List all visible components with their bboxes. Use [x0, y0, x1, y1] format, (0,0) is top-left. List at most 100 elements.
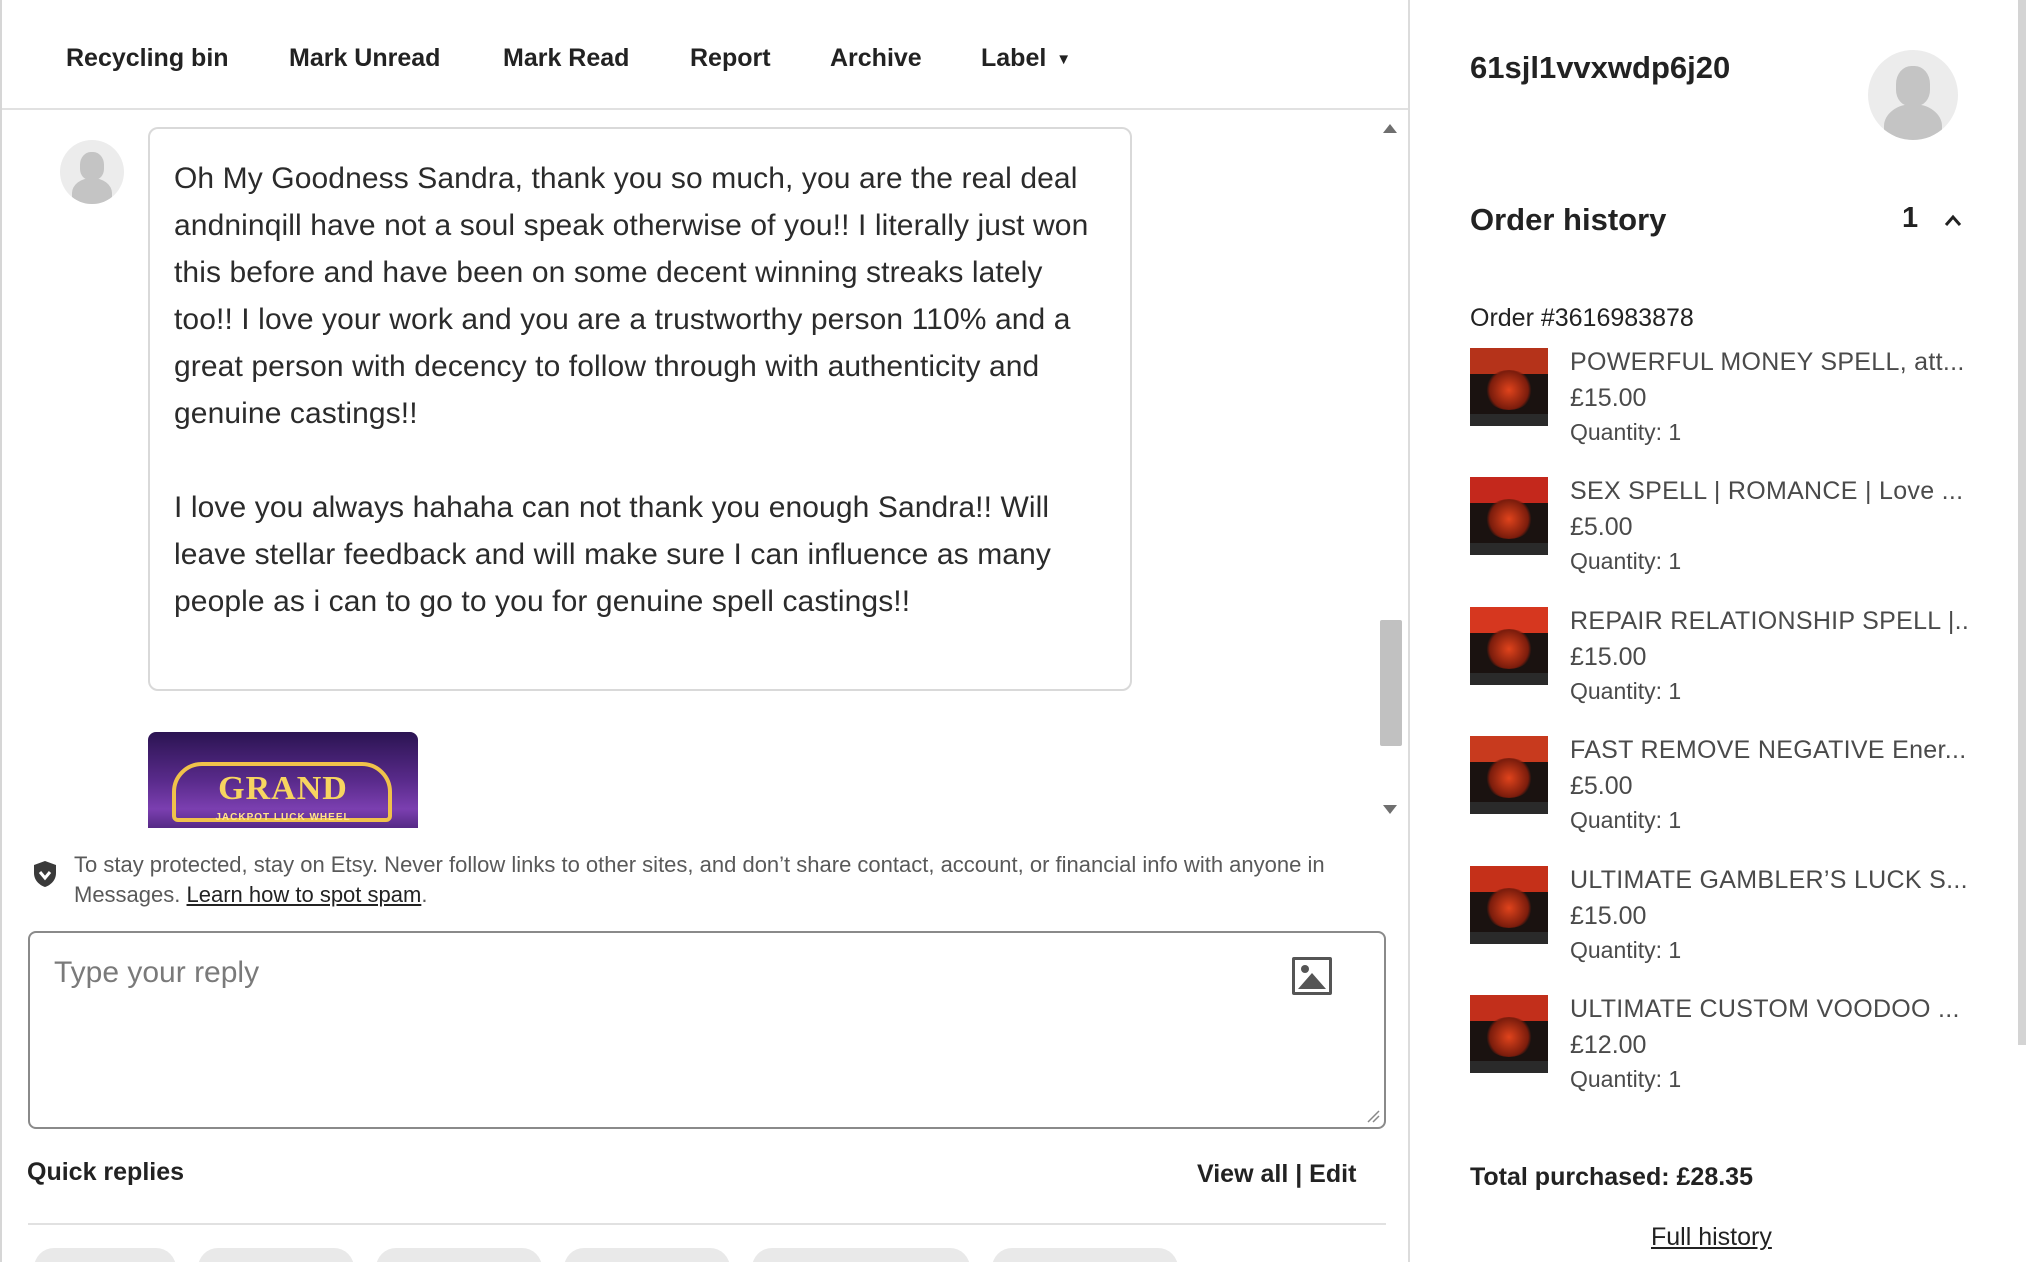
- conversation-pane: Recycling bin Mark Unread Mark Read Repo…: [0, 0, 1408, 1262]
- full-history-link[interactable]: Full history: [1651, 1223, 1772, 1252]
- thumbnail-strip: [1470, 543, 1548, 555]
- page-scrollbar[interactable]: [2018, 0, 2026, 1045]
- thumbnail-strip: [1470, 802, 1548, 814]
- quick-reply-chip[interactable]: [992, 1248, 1178, 1262]
- attachment-image[interactable]: GRAND JACKPOT LUCK WHEEL: [148, 732, 418, 828]
- link-separator: |: [1295, 1160, 1303, 1188]
- listing-thumbnail: [1470, 348, 1548, 426]
- order-item-quantity: Quantity: 1: [1570, 678, 1682, 704]
- order-item-quantity: Quantity: 1: [1570, 419, 1682, 445]
- order-item[interactable]: ULTIMATE GAMBLER’S LUCK S... £15.00 Quan…: [1470, 866, 1970, 976]
- listing-thumbnail: [1470, 607, 1548, 685]
- avatar-head-icon: [1896, 66, 1930, 106]
- reply-box[interactable]: [28, 931, 1386, 1129]
- order-item-title: ULTIMATE GAMBLER’S LUCK S...: [1570, 866, 1968, 894]
- shield-icon: [34, 861, 56, 887]
- order-item-title: POWERFUL MONEY SPELL, att...: [1570, 348, 1965, 376]
- scrollbar-thumb[interactable]: [1380, 620, 1402, 746]
- safety-notice-text: To stay protected, stay on Etsy. Never f…: [74, 852, 1325, 907]
- mark-read-button[interactable]: Mark Read: [503, 44, 629, 73]
- thumbnail-glow: [1484, 758, 1534, 798]
- thumbnail-strip: [1470, 414, 1548, 426]
- order-item-price: £5.00: [1570, 772, 1633, 800]
- order-item[interactable]: POWERFUL MONEY SPELL, att... £15.00 Quan…: [1470, 348, 1970, 458]
- quick-reply-chip[interactable]: [376, 1248, 542, 1262]
- order-item-quantity: Quantity: 1: [1570, 937, 1682, 963]
- learn-spam-link[interactable]: Learn how to spot spam: [187, 882, 422, 907]
- order-item-price: £15.00: [1570, 902, 1647, 930]
- order-item-price: £15.00: [1570, 643, 1647, 671]
- order-item-quantity: Quantity: 1: [1570, 1066, 1682, 1092]
- view-all-link[interactable]: View all: [1197, 1160, 1288, 1188]
- quick-reply-chip[interactable]: [564, 1248, 730, 1262]
- order-item-price: £12.00: [1570, 1031, 1647, 1059]
- resize-handle-icon[interactable]: [1366, 1109, 1380, 1123]
- quick-reply-chip[interactable]: [198, 1248, 354, 1262]
- thumbnail-glow: [1484, 370, 1534, 410]
- buyer-username[interactable]: 61sjl1vvxwdp6j20: [1470, 50, 1730, 86]
- mark-unread-button[interactable]: Mark Unread: [289, 44, 440, 73]
- attachment-subtitle: JACKPOT LUCK WHEEL: [215, 812, 351, 823]
- scroll-up-arrow-icon[interactable]: [1383, 124, 1397, 133]
- message-thread[interactable]: Oh My Goodness Sandra, thank you so much…: [2, 110, 1408, 828]
- divider: [28, 1223, 1386, 1225]
- thumbnail-glow: [1484, 499, 1534, 539]
- avatar-body-icon: [72, 178, 112, 204]
- buyer-avatar[interactable]: [1868, 50, 1958, 140]
- order-item[interactable]: SEX SPELL | ROMANCE | Love ... £5.00 Qua…: [1470, 477, 1970, 587]
- thumbnail-glow: [1484, 1017, 1534, 1057]
- image-upload-icon[interactable]: [1292, 957, 1332, 995]
- thread-scrollbar[interactable]: [1376, 110, 1406, 828]
- listing-thumbnail: [1470, 995, 1548, 1073]
- image-mountain-shape: [1298, 973, 1326, 989]
- thumbnail-strip: [1470, 932, 1548, 944]
- order-item-price: £5.00: [1570, 513, 1633, 541]
- order-item-title: SEX SPELL | ROMANCE | Love ...: [1570, 477, 1964, 505]
- avatar-head-icon: [80, 152, 104, 180]
- order-item-quantity: Quantity: 1: [1570, 807, 1682, 833]
- order-history-toggle[interactable]: Order history 1: [1470, 198, 1970, 242]
- order-count: 1: [1902, 202, 1919, 234]
- recycling-bin-button[interactable]: Recycling bin: [66, 44, 229, 73]
- order-item-title: REPAIR RELATIONSHIP SPELL |...: [1570, 607, 1970, 635]
- order-history-title: Order history: [1470, 202, 1667, 237]
- avatar-body-icon: [1884, 104, 1942, 140]
- scroll-down-arrow-icon[interactable]: [1383, 805, 1397, 814]
- total-purchased: Total purchased: £28.35: [1470, 1163, 1753, 1191]
- quick-reply-chip[interactable]: [752, 1248, 970, 1262]
- report-button[interactable]: Report: [690, 44, 771, 73]
- listing-thumbnail: [1470, 866, 1548, 944]
- listing-thumbnail: [1470, 477, 1548, 555]
- order-item-price: £15.00: [1570, 384, 1647, 412]
- quick-replies-links: View all | Edit: [1197, 1160, 1356, 1189]
- compose-area: To stay protected, stay on Etsy. Never f…: [2, 828, 1408, 1262]
- message-bubble: Oh My Goodness Sandra, thank you so much…: [148, 127, 1132, 691]
- thumbnail-glow: [1484, 629, 1534, 669]
- archive-button[interactable]: Archive: [830, 44, 922, 73]
- order-item-quantity: Quantity: 1: [1570, 548, 1682, 574]
- chevron-up-icon[interactable]: [1944, 212, 1962, 230]
- quick-reply-chip[interactable]: [34, 1248, 176, 1262]
- quick-replies-label: Quick replies: [27, 1158, 185, 1186]
- label-dropdown[interactable]: Label ▼: [981, 44, 1071, 73]
- sender-avatar: [60, 140, 124, 204]
- edit-link[interactable]: Edit: [1309, 1160, 1356, 1188]
- order-item-title: FAST REMOVE NEGATIVE Ener...: [1570, 736, 1967, 764]
- order-number[interactable]: Order #3616983878: [1470, 304, 1694, 333]
- order-item[interactable]: FAST REMOVE NEGATIVE Ener... £5.00 Quant…: [1470, 736, 1970, 846]
- order-item[interactable]: REPAIR RELATIONSHIP SPELL |... £15.00 Qu…: [1470, 607, 1970, 717]
- thumbnail-strip: [1470, 673, 1548, 685]
- message-paragraph: I love you always hahaha can not thank y…: [174, 491, 1051, 618]
- buyer-sidebar: 61sjl1vvxwdp6j20 Order history 1 Order #…: [1408, 0, 2026, 1262]
- message-paragraph: Oh My Goodness Sandra, thank you so much…: [174, 162, 1089, 430]
- reply-input[interactable]: [54, 953, 1254, 993]
- thumbnail-strip: [1470, 1061, 1548, 1073]
- image-sun-shape: [1301, 965, 1309, 973]
- thumbnail-glow: [1484, 888, 1534, 928]
- order-item-title: ULTIMATE CUSTOM VOODOO ...: [1570, 995, 1960, 1023]
- order-item[interactable]: ULTIMATE CUSTOM VOODOO ... £12.00 Quanti…: [1470, 995, 1970, 1105]
- caret-down-icon: ▼: [1056, 50, 1072, 68]
- label-dropdown-text: Label: [981, 44, 1047, 72]
- message-toolbar: Recycling bin Mark Unread Mark Read Repo…: [2, 0, 1408, 110]
- listing-thumbnail: [1470, 736, 1548, 814]
